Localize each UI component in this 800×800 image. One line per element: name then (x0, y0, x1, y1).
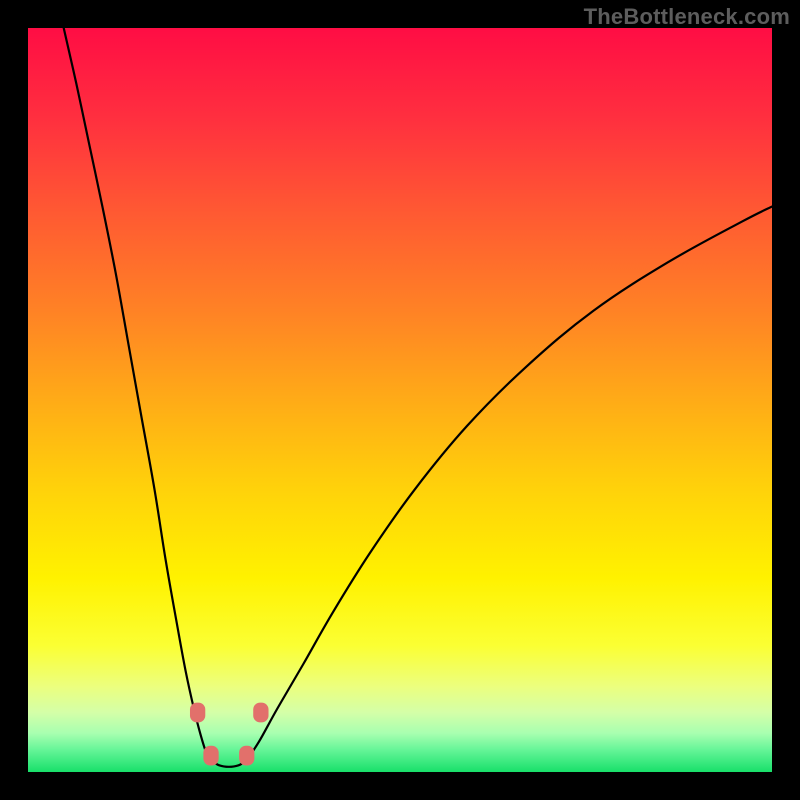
marker-left-inner (203, 746, 218, 766)
bottleneck-curve (64, 28, 772, 767)
marker-left-outer (190, 703, 205, 723)
outer-frame: TheBottleneck.com (0, 0, 800, 800)
valley-markers (190, 703, 269, 766)
chart-svg (28, 28, 772, 772)
marker-right-inner (239, 746, 254, 766)
marker-right-outer (253, 703, 268, 723)
watermark-text: TheBottleneck.com (584, 4, 790, 30)
plot-area (28, 28, 772, 772)
